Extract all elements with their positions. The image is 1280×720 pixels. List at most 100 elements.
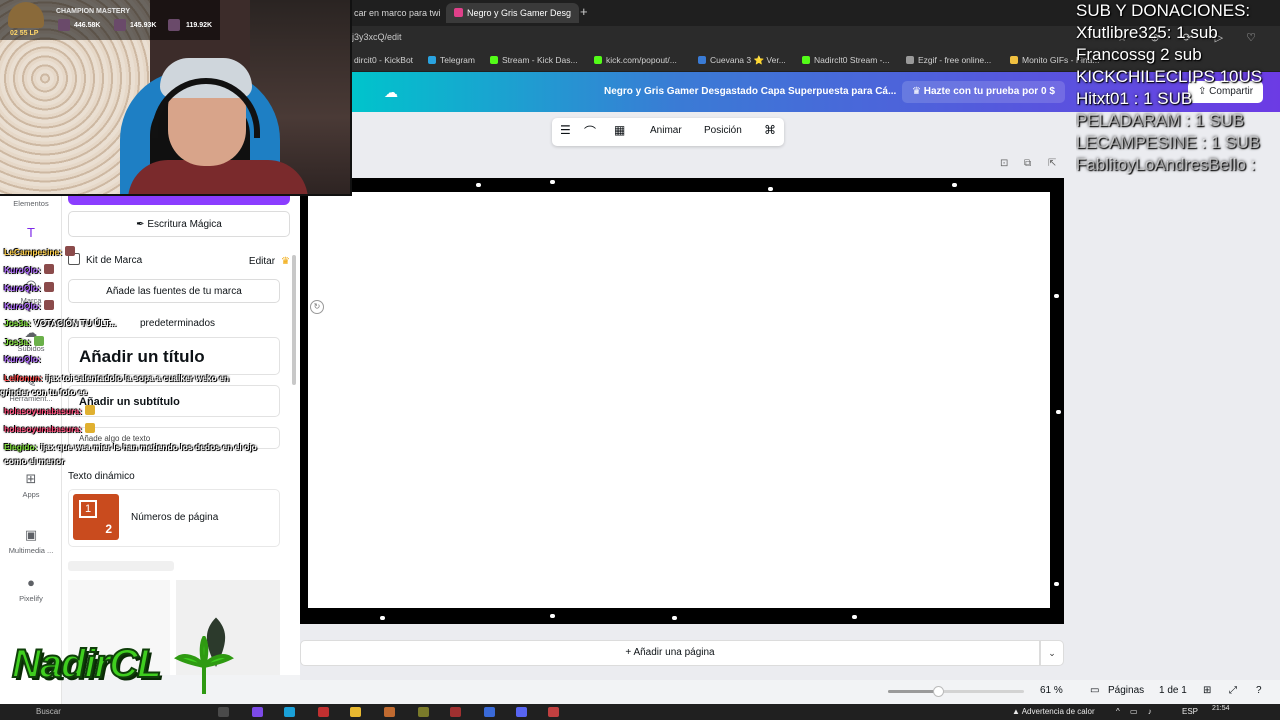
kick-icon bbox=[490, 56, 498, 64]
add-brand-fonts-button[interactable]: Añade las fuentes de tu marca bbox=[68, 279, 280, 303]
heat-warning[interactable]: ▲ Advertencia de calor bbox=[1012, 707, 1095, 716]
rank-crest-icon bbox=[8, 2, 44, 28]
corner-rounding-icon[interactable]: ⌒ bbox=[584, 123, 596, 140]
emote-icon bbox=[43, 264, 54, 274]
animate-button[interactable]: Animar bbox=[650, 125, 682, 136]
panel-scrollbar[interactable] bbox=[292, 255, 296, 385]
frame-speck bbox=[1054, 294, 1059, 298]
pages-icon[interactable]: ▭ bbox=[1090, 685, 1099, 696]
rail-item-media[interactable]: ▣ Multimedia ... bbox=[0, 527, 62, 555]
zoom-knob[interactable] bbox=[933, 686, 944, 697]
chat-text: VOTACIÓN TU ÚLT... bbox=[33, 318, 117, 328]
task-view-icon[interactable] bbox=[218, 707, 229, 717]
app-icon[interactable] bbox=[252, 707, 263, 717]
add-page-icon[interactable]: ⇱ bbox=[1048, 158, 1056, 169]
taskbar-clock[interactable]: 21:54 bbox=[1212, 705, 1230, 712]
bookmark-label: Ezgif - free online... bbox=[918, 55, 992, 65]
fullscreen-icon[interactable]: ⤢ bbox=[1229, 685, 1237, 696]
rail-item-text[interactable]: T bbox=[0, 225, 62, 244]
bookmark-item[interactable]: Stream - Kick Das... bbox=[490, 55, 578, 65]
bookmark-item[interactable]: Telegram bbox=[428, 55, 475, 65]
subs-line: Xfutlibre325: 1 sub bbox=[1076, 23, 1218, 42]
browser-tab[interactable]: car en marco para twi bbox=[346, 3, 449, 23]
add-page-button[interactable]: + Añadir una página bbox=[300, 640, 1040, 666]
chat-user: Jos3a: bbox=[4, 318, 31, 328]
app-icon[interactable] bbox=[418, 707, 429, 717]
canvas-frame[interactable] bbox=[300, 178, 1064, 624]
chat-message: Jos3a: bbox=[4, 336, 44, 347]
taskbar-search[interactable]: Buscar bbox=[36, 707, 61, 716]
app-icon[interactable] bbox=[548, 707, 559, 717]
rotate-handle-icon[interactable]: ↻ bbox=[310, 300, 324, 314]
bookmark-item[interactable]: Cuevana 3 ⭐ Ver... bbox=[698, 55, 786, 66]
transparency-icon[interactable]: ▦ bbox=[614, 123, 625, 137]
document-title[interactable]: Negro y Gris Gamer Desgastado Capa Super… bbox=[604, 86, 896, 97]
frame-speck bbox=[550, 614, 555, 618]
kick-icon bbox=[802, 56, 810, 64]
line-weight-icon[interactable]: ☰ bbox=[560, 123, 571, 137]
bookmark-item[interactable]: Ezgif - free online... bbox=[906, 55, 991, 65]
pages-button[interactable]: Páginas bbox=[1108, 685, 1144, 696]
bookmark-label: kick.com/popout/... bbox=[606, 55, 677, 65]
crown-icon: ♛ bbox=[912, 86, 924, 97]
warning-text: Advertencia de calor bbox=[1021, 707, 1095, 716]
chat-message: grinder con tu foto ee bbox=[0, 387, 87, 397]
browser-tab-active[interactable]: Negro y Gris Gamer Desg bbox=[446, 3, 580, 23]
folder-icon[interactable] bbox=[350, 707, 361, 717]
windows-taskbar: Buscar ▲ Advertencia de calor ^ ▭ ♪ ESP … bbox=[0, 704, 1280, 720]
chevron-down-icon[interactable]: ⌄ bbox=[1040, 640, 1064, 666]
chat-user: holasoyunabasura: bbox=[4, 424, 82, 434]
app-icon[interactable] bbox=[450, 707, 461, 717]
app-icon[interactable] bbox=[384, 707, 395, 717]
subs-line: Hitxt01 : 1 SUB bbox=[1076, 89, 1193, 108]
zoom-slider[interactable] bbox=[888, 686, 1024, 697]
page-numbers-card[interactable]: 12 Números de página bbox=[68, 489, 280, 547]
new-tab-icon[interactable]: + bbox=[580, 4, 588, 19]
screen: car en marco para twi Negro y Gris Gamer… bbox=[0, 0, 1280, 720]
add-subtitle-card[interactable]: Añadir un subtítulo bbox=[68, 385, 280, 417]
subs-donations-overlay: SUB Y DONACIONES: Xfutlibre325: 1 sub Fr… bbox=[1076, 0, 1280, 175]
bookmark-item[interactable]: Nadirclt0 Stream -... bbox=[802, 55, 890, 65]
chat-message: holasoyunabasura: bbox=[4, 405, 95, 416]
bookmark-item[interactable]: dircit0 - KickBot bbox=[354, 55, 413, 65]
grid-view-icon[interactable]: ⊞ bbox=[1203, 685, 1211, 696]
rail-item-pixelify[interactable]: ● Pixelify bbox=[0, 575, 62, 603]
rail-item-elements[interactable]: Elementos bbox=[0, 199, 62, 208]
brand-kit-row[interactable]: Kit de Marca Editar ♛ bbox=[68, 253, 290, 275]
frame-speck bbox=[550, 180, 555, 184]
canvas-inner[interactable] bbox=[308, 192, 1050, 608]
system-tray-icons[interactable]: ^ ▭ ♪ bbox=[1116, 707, 1156, 716]
streamer-logo: NadirCL bbox=[4, 636, 240, 708]
chat-text: ijax que wea mier ls han metiendo los de… bbox=[40, 442, 257, 452]
brand-kit-edit[interactable]: Editar ♛ bbox=[249, 256, 290, 267]
discord-icon[interactable] bbox=[516, 707, 527, 717]
duplicate-page-icon[interactable]: ⧉ bbox=[1024, 158, 1031, 169]
media-icon: ▣ bbox=[24, 527, 38, 542]
help-icon[interactable]: ? bbox=[1256, 685, 1262, 696]
zoom-fill bbox=[888, 690, 938, 693]
lock-icon[interactable]: ⊡ bbox=[1000, 158, 1008, 169]
chat-message: Lelfonun: ijax toi salentadolo la sopa a … bbox=[4, 373, 229, 383]
language-indicator[interactable]: ESP bbox=[1182, 707, 1198, 716]
cloud-sync-icon[interactable]: ☁ bbox=[384, 84, 400, 100]
rail-item-apps[interactable]: ⊞ Apps bbox=[0, 471, 62, 499]
zoom-value[interactable]: 61 % bbox=[1040, 685, 1063, 696]
magic-write-button[interactable]: ✒ Escritura Mágica bbox=[68, 211, 290, 237]
cuevana-icon bbox=[698, 56, 706, 64]
app-icon[interactable] bbox=[318, 707, 329, 717]
streamer-logo-text: NadirCL bbox=[11, 641, 163, 687]
bookmark-item[interactable]: kick.com/popout/... bbox=[594, 55, 677, 65]
frame-speck bbox=[1056, 410, 1061, 414]
chat-user: Elegido: bbox=[4, 442, 38, 452]
chat-user: KuroQlo: bbox=[4, 283, 41, 293]
app-icon[interactable] bbox=[484, 707, 495, 717]
edge-icon[interactable] bbox=[284, 707, 295, 717]
subs-line: LECAMPESINE : 1 SUB bbox=[1076, 133, 1261, 152]
bookmark-label: Telegram bbox=[440, 55, 475, 65]
paint-format-icon[interactable]: ⌘ bbox=[764, 123, 776, 137]
position-button[interactable]: Posición bbox=[704, 125, 742, 136]
trial-button[interactable]: ♛ Hazte con tu prueba por 0 $ bbox=[902, 81, 1065, 103]
champion-icon bbox=[114, 19, 126, 31]
add-title-card[interactable]: Añadir un título bbox=[68, 337, 280, 375]
mastery-points: 145.93K bbox=[130, 22, 157, 29]
